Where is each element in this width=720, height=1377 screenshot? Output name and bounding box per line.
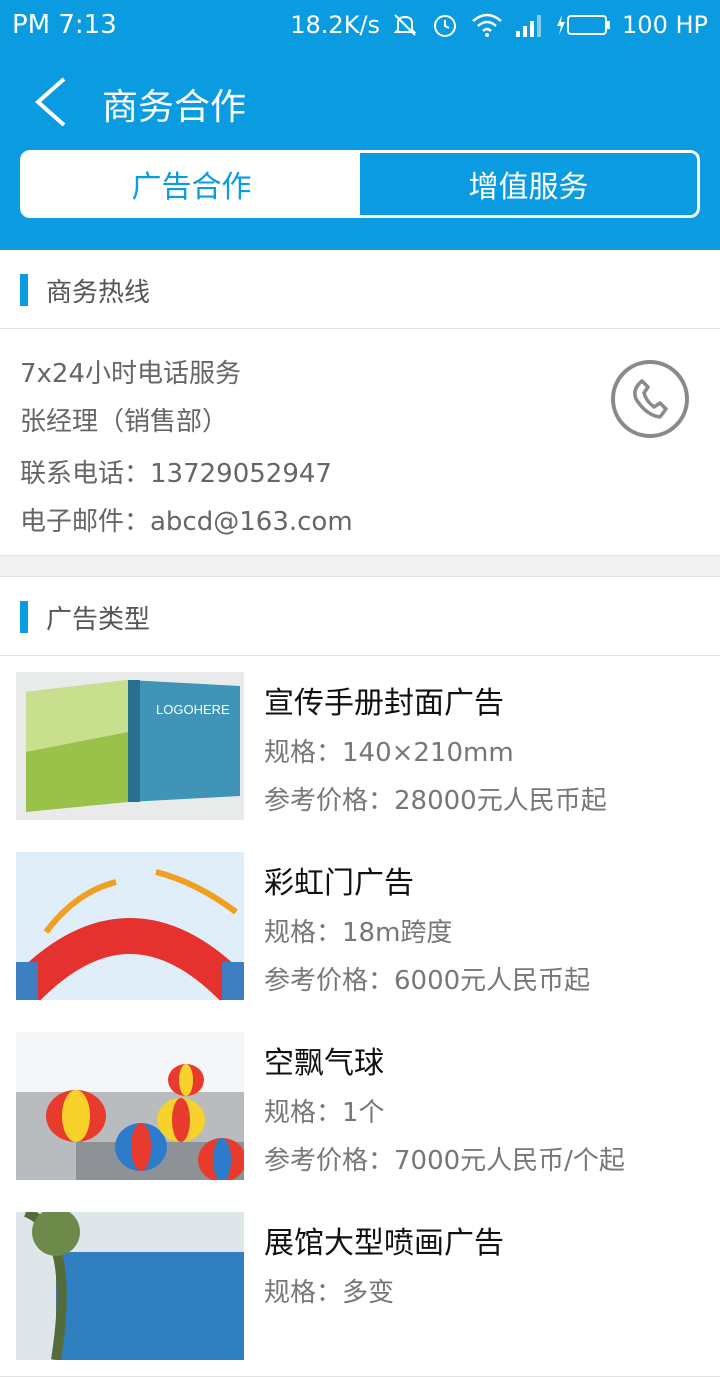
ad-types-section: 广告类型	[0, 576, 720, 656]
balloon-thumbnail	[16, 1032, 244, 1180]
section-accent-bar	[20, 274, 28, 306]
service-hours: 7x24小时电话服务	[20, 359, 242, 389]
status-icons: 18.2K/s 100 HP	[290, 10, 708, 40]
contact-person: 张经理（销售部）	[20, 407, 229, 437]
ad-types-title: 广告类型	[46, 605, 151, 635]
contact-info: 7x24小时电话服务 张经理（销售部） 联系电话：13729052947 电子邮…	[0, 329, 720, 556]
battery-level: 100 HP	[622, 11, 708, 39]
hotline-header: 商务热线	[0, 250, 720, 329]
ad-title: 彩虹门广告	[264, 866, 414, 901]
list-item[interactable]: 空飘气球 规格：1个 参考价格：7000元人民币/个起	[0, 1016, 720, 1197]
section-accent-bar	[20, 601, 28, 633]
contact-phone[interactable]: 联系电话：13729052947	[20, 453, 332, 490]
mute-icon	[390, 10, 420, 40]
tab-value-added-services[interactable]: 增值服务	[360, 153, 697, 215]
status-bar: PM 7:13 18.2K/s 100 HP	[0, 0, 720, 52]
nav-bar: 商务合作	[0, 52, 720, 148]
battery-icon	[556, 13, 612, 37]
alarm-icon	[430, 10, 460, 40]
list-item[interactable]: 展馆大型喷画广告 规格：多变	[0, 1196, 720, 1377]
ad-spec: 规格：1个	[264, 1098, 385, 1128]
ad-title: 空飘气球	[264, 1046, 384, 1081]
back-button[interactable]	[30, 76, 74, 128]
ad-types-header: 广告类型	[0, 576, 720, 656]
list-item[interactable]: LOGOHERE 宣传手册封面广告 规格：140×210mm 参考价格：2800…	[0, 656, 720, 837]
phone-icon	[611, 360, 689, 438]
ad-price: 参考价格：6000元人民币起	[264, 966, 591, 996]
page-title: 商务合作	[102, 87, 247, 128]
ad-title: 宣传手册封面广告	[264, 686, 504, 721]
tab-switcher: 广告合作 增值服务	[20, 150, 700, 218]
rainbow-arch-thumbnail	[16, 852, 244, 1000]
exhibition-thumbnail	[16, 1212, 244, 1360]
contact-email[interactable]: 电子邮件：abcd@163.com	[20, 501, 353, 538]
ad-price: 参考价格：7000元人民币/个起	[264, 1146, 625, 1176]
ad-title: 展馆大型喷画广告	[264, 1226, 504, 1261]
hotline-section: 商务热线 7x24小时电话服务 张经理（销售部） 联系电话：1372905294…	[0, 250, 720, 556]
ad-spec: 规格：多变	[264, 1278, 395, 1308]
app-header: PM 7:13 18.2K/s 100 HP 商务合作 广告合作 增值服务	[0, 0, 720, 250]
chevron-left-icon	[34, 77, 66, 127]
ad-price: 参考价格：28000元人民币起	[264, 786, 607, 816]
list-item[interactable]: 彩虹门广告 规格：18m跨度 参考价格：6000元人民币起	[0, 836, 720, 1017]
call-button[interactable]	[610, 359, 690, 439]
brochure-logo-text: LOGOHERE	[156, 702, 230, 717]
ad-spec: 规格：18m跨度	[264, 918, 453, 948]
network-speed: 18.2K/s	[290, 11, 381, 39]
signal-icon	[514, 11, 546, 39]
brochure-thumbnail: LOGOHERE	[16, 672, 244, 820]
status-time: PM 7:13	[12, 10, 117, 40]
hotline-title: 商务热线	[46, 278, 151, 308]
tab-ad-cooperation[interactable]: 广告合作	[23, 153, 360, 215]
ad-spec: 规格：140×210mm	[264, 738, 514, 768]
wifi-icon	[470, 10, 504, 40]
